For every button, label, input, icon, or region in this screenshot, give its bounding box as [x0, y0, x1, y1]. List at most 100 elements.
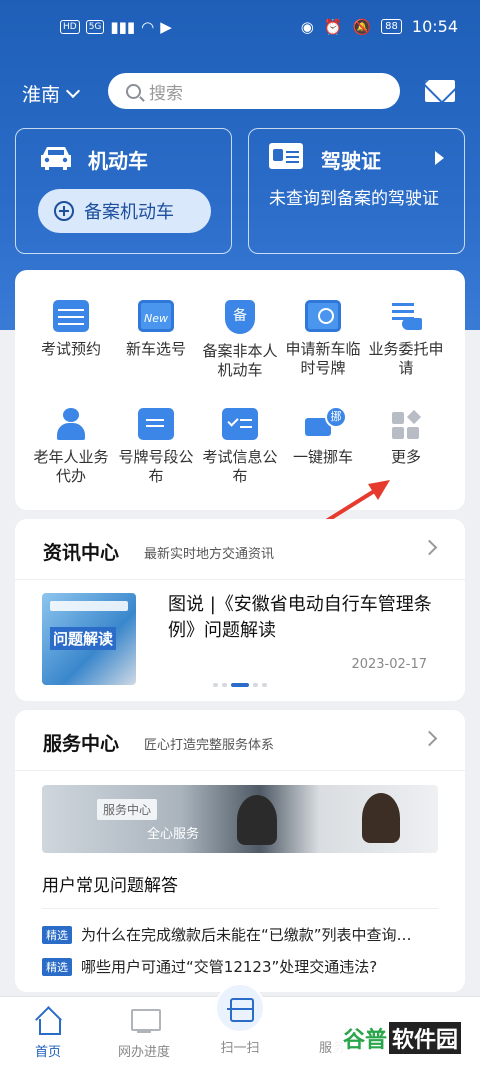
service-temp-plate[interactable]: 申请新车临时号牌 — [282, 300, 364, 378]
chevron-right-icon[interactable] — [421, 539, 438, 556]
watermark-text: 软件园 — [389, 1022, 462, 1054]
shield-icon — [225, 300, 255, 334]
service-exam-info[interactable]: 考试信息公布 — [199, 408, 281, 486]
news-thumbnail[interactable]: 问题解读 — [42, 593, 136, 685]
watermark-text: 谷普 — [342, 1028, 387, 1053]
new-plate-icon — [138, 300, 174, 332]
motor-vehicle-card[interactable]: 机动车 备案机动车 — [15, 128, 232, 254]
service-section-title: 服务中心 — [43, 733, 120, 755]
license-message: 未查询到备案的驾驶证 — [269, 189, 439, 209]
faq-title[interactable]: 用户常见问题解答 — [42, 871, 178, 896]
license-card-title: 驾驶证 — [321, 149, 381, 173]
mail-icon[interactable] — [425, 80, 455, 102]
wifi-icon: ◠ — [141, 18, 155, 36]
scan-icon[interactable] — [215, 983, 265, 1033]
service-move-car[interactable]: 一键挪车 — [282, 406, 364, 467]
divider — [42, 908, 438, 909]
carousel-dot — [222, 683, 227, 687]
alarm-icon: ⏰ — [323, 17, 343, 36]
battery-indicator: 88 — [381, 19, 402, 34]
service-plate-segments[interactable]: 号牌号段公布 — [115, 408, 197, 486]
divider — [15, 770, 465, 771]
tab-label: 网办进度 — [117, 1045, 170, 1060]
tab-progress[interactable]: 网办进度 — [104, 1007, 184, 1060]
watermark-logo: 谷普 软件园 — [332, 1019, 472, 1057]
carousel-dot — [253, 683, 258, 687]
carousel-dot-active — [231, 683, 249, 687]
news-section-subtitle: 最新实时地方交通资讯 — [144, 547, 275, 562]
clock: 10:54 — [411, 17, 458, 36]
search-icon — [126, 83, 141, 99]
service-register-others-vehicle[interactable]: 备案非本人机动车 — [199, 300, 281, 380]
license-icon — [269, 143, 303, 169]
more-icon — [388, 408, 424, 440]
mute-icon: 🔕 — [352, 17, 372, 36]
temp-plate-icon — [305, 300, 341, 332]
service-center-card: 服务中心 匠心打造完整服务体系 服务中心 全心服务 用户常见问题解答 精选 为什… — [15, 710, 465, 992]
monitor-icon — [129, 1007, 161, 1035]
service-delegate[interactable]: 业务委托申请 — [365, 300, 447, 378]
service-label: 老年人业务代办 — [33, 448, 109, 485]
plate-icon — [138, 408, 174, 440]
tab-home[interactable]: 首页 — [8, 1007, 88, 1060]
service-label: 考试预约 — [40, 340, 101, 358]
service-label: 业务委托申请 — [368, 340, 444, 377]
news-article-title[interactable]: 图说 |《安徽省电动自行车管理条例》问题解读 — [168, 592, 443, 644]
news-center-card: 资讯中心 最新实时地方交通资讯 问题解读 图说 |《安徽省电动自行车管理条例》问… — [15, 519, 465, 701]
tab-label: 首页 — [34, 1045, 61, 1060]
service-exam-booking[interactable]: 考试预约 — [30, 300, 112, 359]
divider — [15, 579, 465, 580]
thumbnail-caption: 问题解读 — [50, 627, 117, 650]
chevron-right-icon[interactable] — [421, 730, 438, 747]
truck-icon — [305, 406, 347, 440]
search-placeholder: 搜索 — [149, 83, 183, 104]
chevron-down-icon — [65, 83, 81, 98]
service-elder[interactable]: 老年人业务代办 — [30, 408, 112, 486]
carousel-indicator — [213, 683, 267, 687]
carousel-dot — [213, 683, 218, 687]
elder-icon — [53, 408, 89, 440]
hd-icon: HD — [60, 20, 80, 34]
service-more[interactable]: 更多 — [365, 408, 447, 467]
motor-card-title: 机动车 — [88, 149, 148, 173]
agent-silhouette — [237, 795, 277, 845]
faq-question: 为什么在完成缴款后未能在“已缴款”列表中查询… — [81, 926, 412, 944]
plus-circle-icon — [54, 201, 74, 221]
register-vehicle-label: 备案机动车 — [84, 202, 174, 223]
featured-tag: 精选 — [42, 925, 72, 944]
city-name: 淮南 — [22, 84, 61, 106]
service-section-subtitle: 匠心打造完整服务体系 — [144, 738, 275, 753]
service-new-plate[interactable]: 新车选号 — [115, 300, 197, 359]
service-label: 申请新车临时号牌 — [285, 340, 361, 377]
service-label: 新车选号 — [125, 340, 186, 358]
driver-license-card[interactable]: 驾驶证 未查询到备案的驾驶证 — [248, 128, 465, 254]
service-label: 号牌号段公布 — [118, 448, 194, 485]
signal-icon: ▮▮▮ — [110, 18, 136, 36]
news-date: 2023-02-17 — [351, 657, 427, 672]
banner-slogan: 全心服务 — [147, 827, 200, 842]
banner-chip: 服务中心 — [97, 799, 158, 820]
tab-label: 扫一扫 — [220, 1041, 260, 1056]
faq-question: 哪些用户可通过“交管12123”处理交通违法? — [81, 958, 378, 976]
faq-item[interactable]: 精选 为什么在完成缴款后未能在“已缴款”列表中查询… — [42, 924, 442, 945]
city-selector[interactable]: 淮南 — [22, 80, 81, 107]
register-vehicle-button[interactable]: 备案机动车 — [38, 189, 211, 233]
exam-icon — [222, 408, 258, 440]
service-label: 考试信息公布 — [202, 448, 278, 485]
status-bar: HD 5G ▮▮▮ ◠ ▶ ◉ ⏰ 🔕 88 10:54 — [0, 0, 480, 58]
search-input[interactable]: 搜索 — [108, 73, 400, 109]
agent-silhouette — [362, 793, 400, 843]
news-section-title: 资讯中心 — [43, 542, 120, 564]
calendar-icon — [53, 300, 89, 332]
delegate-icon — [388, 300, 424, 332]
faq-item[interactable]: 精选 哪些用户可通过“交管12123”处理交通违法? — [42, 956, 442, 977]
eye-icon: ◉ — [300, 17, 314, 36]
featured-tag: 精选 — [42, 957, 72, 976]
home-icon — [33, 1007, 63, 1035]
arrow-right-icon — [435, 151, 444, 165]
service-label: 更多 — [390, 448, 421, 466]
tab-scan[interactable]: 扫一扫 — [200, 1037, 280, 1056]
app-notification-icon: ▶ — [160, 18, 172, 36]
network-icon: 5G — [85, 20, 105, 34]
service-banner[interactable]: 服务中心 全心服务 — [42, 785, 438, 853]
